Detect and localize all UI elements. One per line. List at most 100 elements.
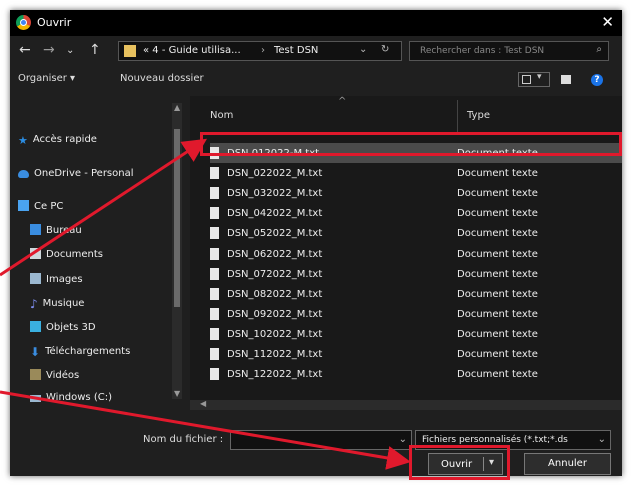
file-row[interactable]: DSN_062022_M.txt Document texte bbox=[210, 244, 622, 264]
star-icon: ★ bbox=[18, 134, 28, 147]
file-type: Document texte bbox=[457, 268, 538, 280]
file-row[interactable]: DSN_082022_M.txt Document texte bbox=[210, 284, 622, 304]
sidebar-item-3d-objects[interactable]: Objets 3D bbox=[30, 321, 96, 333]
search-input[interactable]: Rechercher dans : Test DSN ⌕ bbox=[409, 41, 609, 61]
sidebar-item-label: Accès rapide bbox=[32, 134, 97, 145]
file-row[interactable]: DSN_032022_M.txt Document texte bbox=[210, 183, 622, 203]
sidebar-item-label: Images bbox=[46, 274, 83, 285]
chevron-down-icon[interactable]: ⌄ bbox=[399, 434, 407, 445]
sidebar-item-downloads[interactable]: ⬇ Téléchargements bbox=[30, 345, 130, 359]
file-name: DSN_042022_M.txt bbox=[227, 208, 323, 220]
scroll-up-icon[interactable]: ▲ bbox=[174, 103, 180, 112]
preview-pane-icon[interactable] bbox=[561, 75, 571, 84]
help-icon[interactable]: ? bbox=[591, 74, 603, 86]
sidebar-item-onedrive[interactable]: OneDrive - Personal bbox=[18, 168, 134, 179]
column-header-type[interactable]: Type bbox=[467, 110, 490, 121]
file-row[interactable]: DSN_022022_M.txt Document texte bbox=[210, 163, 622, 183]
open-button[interactable]: Ouvrir ▾ bbox=[428, 453, 503, 475]
sidebar-item-images[interactable]: Images bbox=[30, 273, 83, 285]
computer-icon bbox=[18, 200, 29, 211]
documents-icon bbox=[30, 248, 41, 259]
sidebar-item-drive-c[interactable]: Windows (C:) bbox=[30, 392, 112, 403]
download-icon: ⬇ bbox=[30, 345, 41, 359]
search-icon: ⌕ bbox=[596, 44, 602, 55]
text-document-icon bbox=[210, 207, 219, 220]
sidebar-item-label: Musique bbox=[42, 298, 85, 309]
sort-ascending-icon: ^ bbox=[338, 96, 347, 107]
file-type: Document texte bbox=[457, 228, 538, 240]
close-icon[interactable]: ✕ bbox=[601, 13, 614, 31]
refresh-icon[interactable]: ↻ bbox=[381, 44, 389, 55]
cloud-icon bbox=[18, 170, 29, 178]
cancel-button[interactable]: Annuler bbox=[524, 453, 611, 475]
sidebar-scroll-thumb[interactable] bbox=[174, 129, 180, 307]
up-arrow-icon[interactable]: ↑ bbox=[89, 42, 101, 58]
split-divider bbox=[483, 457, 484, 471]
file-type-value: Fichiers personnalisés (*.txt;*.ds bbox=[422, 435, 568, 445]
address-dropdown-icon[interactable]: ⌄ bbox=[359, 44, 367, 55]
window-title: Ouvrir bbox=[37, 16, 72, 29]
text-document-icon bbox=[210, 368, 219, 381]
column-header-name[interactable]: Nom bbox=[210, 110, 233, 121]
search-placeholder: Rechercher dans : Test DSN bbox=[420, 46, 545, 56]
filename-input[interactable]: ⌄ bbox=[230, 430, 412, 450]
command-toolbar: Organiser ▾ Nouveau dossier ▾ ? bbox=[10, 66, 622, 94]
file-row[interactable]: DSN_102022_M.txt Document texte bbox=[210, 324, 622, 344]
breadcrumb-parent[interactable]: « 4 - Guide utilisa... bbox=[143, 45, 241, 56]
desktop-icon bbox=[30, 224, 41, 235]
text-document-icon bbox=[210, 167, 219, 180]
recent-dropdown-icon[interactable]: ⌄ bbox=[66, 45, 74, 56]
title-bar: Ouvrir ✕ bbox=[10, 10, 622, 36]
scroll-left-icon[interactable]: ◀ bbox=[200, 399, 206, 408]
open-dropdown-icon[interactable]: ▾ bbox=[489, 457, 494, 468]
new-folder-button[interactable]: Nouveau dossier bbox=[120, 73, 204, 84]
sidebar-item-quick-access[interactable]: ★ Accès rapide bbox=[18, 134, 97, 147]
file-row[interactable]: DSN_052022_M.txt Document texte bbox=[210, 223, 622, 243]
open-button-label: Ouvrir bbox=[441, 459, 473, 470]
file-type-select[interactable]: Fichiers personnalisés (*.txt;*.ds ⌄ bbox=[415, 430, 611, 450]
music-icon: ♪ bbox=[30, 297, 38, 311]
chrome-app-icon bbox=[16, 15, 31, 30]
file-row[interactable]: DSN_092022_M.txt Document texte bbox=[210, 304, 622, 324]
file-name: DSN_092022_M.txt bbox=[227, 308, 323, 320]
sidebar-item-desktop[interactable]: Bureau bbox=[30, 224, 82, 236]
scroll-down-icon[interactable]: ▼ bbox=[174, 389, 180, 398]
file-row[interactable]: DSN 012022-M.txt Document texte bbox=[210, 143, 622, 163]
sidebar-item-label: Ce PC bbox=[34, 201, 64, 212]
text-document-icon bbox=[210, 267, 219, 280]
chevron-down-icon: ▾ bbox=[537, 72, 542, 82]
address-bar[interactable]: « 4 - Guide utilisa... › Test DSN ⌄ ↻ bbox=[118, 41, 402, 61]
file-name: DSN_102022_M.txt bbox=[227, 328, 323, 340]
horizontal-scrollbar[interactable]: ◀ bbox=[190, 399, 622, 410]
file-row[interactable]: DSN_042022_M.txt Document texte bbox=[210, 203, 622, 223]
file-name: DSN_122022_M.txt bbox=[227, 369, 323, 381]
file-type: Document texte bbox=[457, 188, 538, 200]
sidebar-item-documents[interactable]: Documents bbox=[30, 248, 103, 260]
sidebar-item-videos[interactable]: Vidéos bbox=[30, 369, 79, 381]
file-row[interactable]: DSN_112022_M.txt Document texte bbox=[210, 344, 622, 364]
chevron-down-icon[interactable]: ⌄ bbox=[598, 434, 606, 445]
sidebar-item-label: Documents bbox=[46, 249, 104, 260]
file-type: Document texte bbox=[457, 248, 538, 260]
drive-icon bbox=[30, 395, 41, 402]
text-document-icon bbox=[210, 247, 219, 260]
sidebar-item-label: Objets 3D bbox=[46, 322, 96, 333]
view-options-button[interactable]: ▾ bbox=[518, 72, 550, 87]
organize-button[interactable]: Organiser ▾ bbox=[18, 73, 75, 84]
sidebar-scrollbar[interactable]: ▲ ▼ bbox=[172, 103, 182, 399]
dialog-footer: Nom du fichier : ⌄ Fichiers personnalisé… bbox=[10, 410, 622, 476]
file-type: Document texte bbox=[457, 369, 538, 381]
back-arrow-icon[interactable]: ← bbox=[19, 42, 31, 58]
sidebar-item-music[interactable]: ♪ Musique bbox=[30, 297, 85, 311]
file-type: Document texte bbox=[457, 308, 538, 320]
sidebar-item-label: Windows (C:) bbox=[46, 392, 112, 403]
text-document-icon bbox=[210, 187, 219, 200]
file-row[interactable]: DSN_122022_M.txt Document texte bbox=[210, 364, 622, 384]
sidebar-item-this-pc[interactable]: Ce PC bbox=[18, 200, 63, 212]
column-divider[interactable] bbox=[457, 100, 458, 132]
folder-icon bbox=[124, 45, 136, 57]
file-row[interactable]: DSN_072022_M.txt Document texte bbox=[210, 264, 622, 284]
breadcrumb-current[interactable]: Test DSN bbox=[274, 45, 318, 56]
forward-arrow-icon[interactable]: → bbox=[43, 42, 55, 58]
file-type: Document texte bbox=[457, 288, 538, 300]
